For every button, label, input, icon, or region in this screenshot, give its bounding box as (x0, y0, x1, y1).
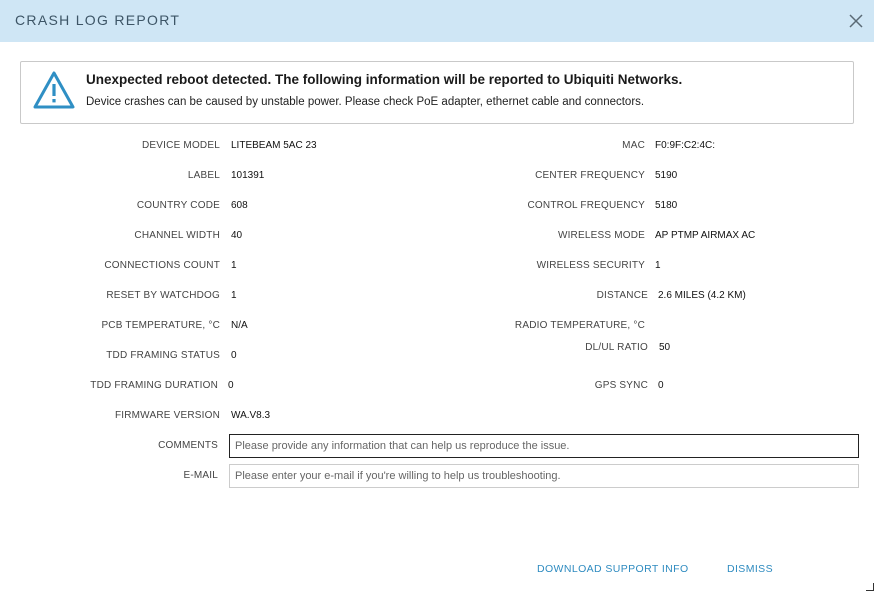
radio-temperature-label: RADIO TEMPERATURE, °C (514, 320, 645, 331)
alert-subline: Device crashes can be caused by unstable… (86, 96, 645, 108)
country-code-label: COUNTRY CODE (136, 200, 220, 211)
control-frequency-value: 5180 (655, 200, 678, 211)
connections-count-label: CONNECTIONS COUNT (104, 260, 220, 271)
firmware-version-label: FIRMWARE VERSION (114, 410, 220, 421)
reset-by-watchdog-label: RESET BY WATCHDOG (106, 290, 220, 301)
distance-value: 2.6 MILES (4.2 KM) (658, 290, 746, 301)
country-code-value: 608 (231, 200, 248, 211)
warning-triangle-icon (32, 70, 76, 110)
alert-headline: Unexpected reboot detected. The followin… (86, 72, 683, 87)
email-label: E-MAIL (183, 470, 218, 481)
comments-input[interactable] (229, 434, 859, 458)
gps-sync-value: 0 (658, 380, 664, 391)
reset-by-watchdog-value: 1 (231, 290, 237, 301)
label-value: 101391 (231, 170, 265, 181)
warning-alert: Unexpected reboot detected. The followin… (20, 61, 854, 124)
wireless-security-label: WIRELESS SECURITY (536, 260, 645, 271)
gps-sync-label: GPS SYNC (594, 380, 648, 391)
close-icon[interactable] (846, 11, 866, 31)
control-frequency-label: CONTROL FREQUENCY (527, 200, 645, 211)
center-frequency-label: CENTER FREQUENCY (535, 170, 645, 181)
distance-label: DISTANCE (596, 290, 648, 301)
crash-log-dialog: CRASH LOG REPORT Unexpected reboot detec… (0, 0, 874, 591)
device-model-value: LITEBEAM 5AC 23 (231, 140, 317, 151)
resize-handle[interactable] (866, 583, 874, 591)
comments-label: COMMENTS (158, 440, 218, 451)
pcb-temperature-value: N/A (231, 320, 248, 331)
mac-value: F0:9F:C2:4C: (655, 140, 716, 151)
mac-label: MAC (622, 140, 645, 151)
wireless-mode-label: WIRELESS MODE (557, 230, 645, 241)
device-model-label: DEVICE MODEL (142, 140, 220, 151)
wireless-security-value: 1 (655, 260, 661, 271)
label-label: LABEL (187, 170, 220, 181)
tdd-framing-status-label: TDD FRAMING STATUS (106, 350, 220, 361)
dl-ul-ratio-label: DL/UL RATIO (585, 342, 648, 353)
dl-ul-ratio-value: 50 (659, 342, 671, 353)
connections-count-value: 1 (231, 260, 237, 271)
dialog-title: CRASH LOG REPORT (15, 12, 181, 28)
download-support-info-button[interactable]: DOWNLOAD SUPPORT INFO (537, 563, 689, 575)
tdd-framing-duration-value: 0 (228, 380, 234, 391)
tdd-framing-duration-label: TDD FRAMING DURATION (90, 380, 218, 391)
channel-width-value: 40 (231, 230, 243, 241)
email-input[interactable] (229, 464, 859, 488)
tdd-framing-status-value: 0 (231, 350, 237, 361)
dialog-header: CRASH LOG REPORT (0, 0, 874, 42)
firmware-version-value: WA.V8.3 (231, 410, 271, 421)
center-frequency-value: 5190 (655, 170, 678, 181)
wireless-mode-value: AP PTMP AIRMAX AC (655, 230, 756, 241)
pcb-temperature-label: PCB TEMPERATURE, °C (101, 320, 220, 331)
channel-width-label: CHANNEL WIDTH (134, 230, 220, 241)
dismiss-button[interactable]: DISMISS (727, 563, 773, 575)
